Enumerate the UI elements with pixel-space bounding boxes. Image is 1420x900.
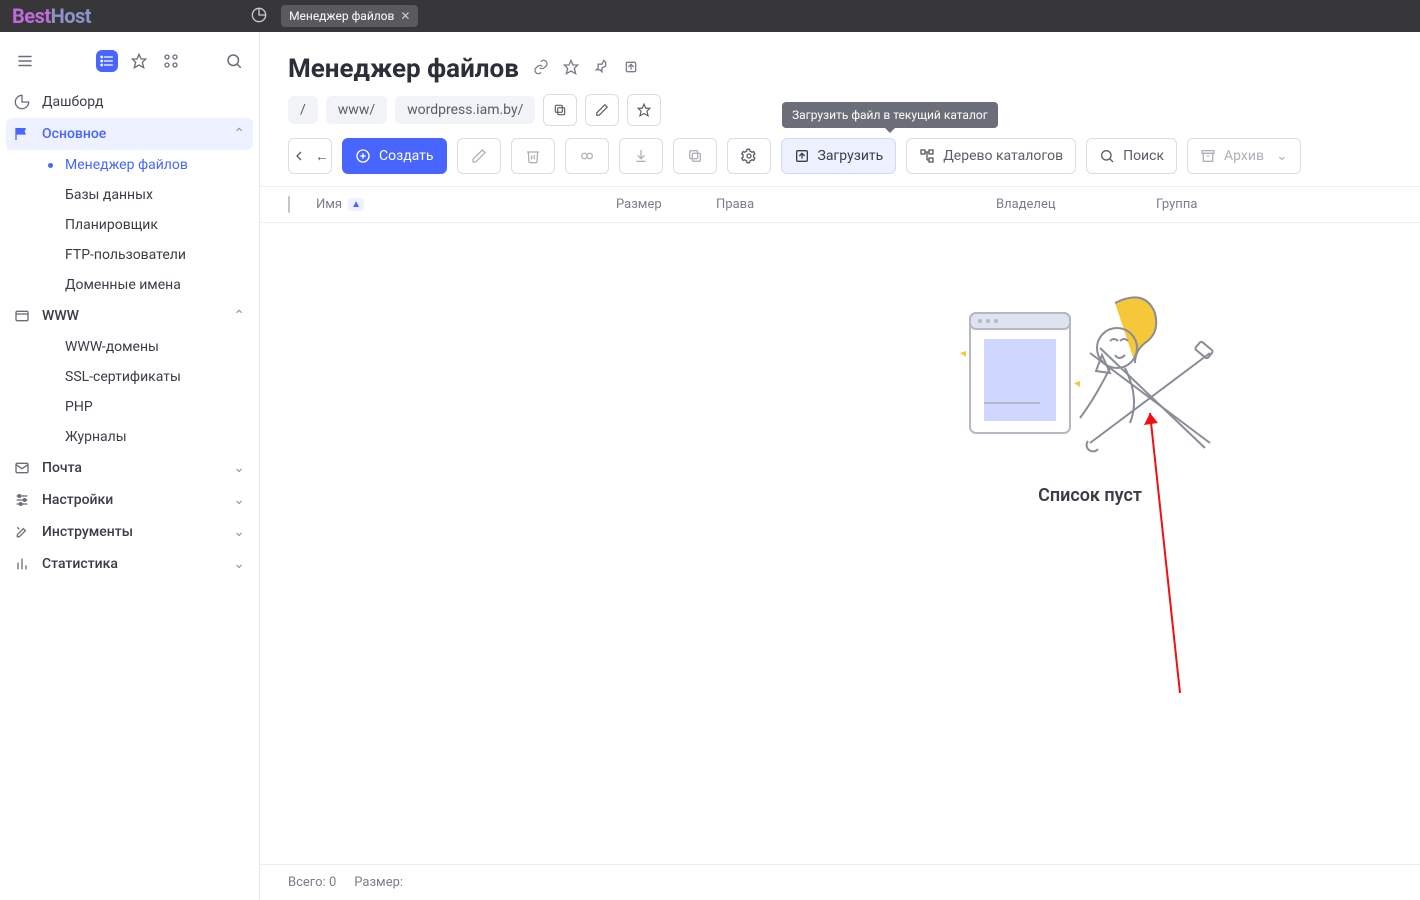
pie-icon	[14, 94, 32, 110]
tree-icon	[919, 148, 935, 164]
table-header: Имя ▲ Размер Права Владелец Группа	[260, 186, 1420, 223]
nav-sub-databases[interactable]: Базы данных	[0, 180, 259, 210]
nav-sub-wwwdomains[interactable]: WWW-домены	[0, 332, 259, 362]
col-name[interactable]: Имя	[316, 197, 342, 212]
page-title: Менеджер файлов	[288, 54, 519, 84]
upload-button[interactable]: Загрузить	[781, 138, 897, 174]
delete-button[interactable]	[511, 138, 555, 174]
empty-illustration	[960, 293, 1220, 467]
nav-sub-php[interactable]: PHP	[0, 392, 259, 422]
col-group[interactable]: Группа	[1156, 197, 1256, 212]
nav-group-stats[interactable]: Статистика ⌄	[0, 548, 259, 580]
chevron-down-icon: ⌄	[233, 524, 245, 540]
settings-button[interactable]	[727, 138, 771, 174]
empty-label: Список пуст	[1038, 485, 1142, 506]
search-icon	[1099, 148, 1115, 164]
crumb-site[interactable]: wordpress.iam.by/	[395, 96, 535, 124]
chevron-down-icon: ⌄	[233, 460, 245, 476]
nav-group-mail[interactable]: Почта ⌄	[0, 452, 259, 484]
brand-logo: BestHost	[12, 4, 91, 28]
chevron-up-icon: ⌃	[233, 126, 245, 142]
tree-button[interactable]: Дерево каталогов	[906, 138, 1076, 174]
search-button[interactable]: Поиск	[1086, 138, 1177, 174]
nodes-icon[interactable]	[160, 50, 182, 72]
edit-path-icon[interactable]	[585, 94, 619, 126]
menu-icon[interactable]	[14, 50, 36, 72]
chevron-down-icon: ⌄	[233, 556, 245, 572]
tooltip: Загрузить файл в текущий каталог	[782, 102, 998, 128]
nav-group-settings[interactable]: Настройки ⌄	[0, 484, 259, 516]
col-perm[interactable]: Права	[716, 197, 996, 212]
topbar: BestHost Менеджер файлов ✕	[0, 0, 1420, 32]
nav-sub-filemanager[interactable]: Менеджер файлов	[0, 150, 259, 180]
tools-icon	[14, 524, 32, 540]
star-icon[interactable]	[128, 50, 150, 72]
close-icon[interactable]: ✕	[400, 9, 410, 23]
mail-icon	[14, 460, 32, 476]
edit-button[interactable]	[457, 138, 501, 174]
nav-sub-logs[interactable]: Журналы	[0, 422, 259, 452]
crumb-root[interactable]: /	[288, 96, 318, 124]
chevron-down-icon: ⌄	[1276, 148, 1288, 164]
col-owner[interactable]: Владелец	[996, 197, 1156, 212]
search-icon[interactable]	[223, 50, 245, 72]
create-button[interactable]: Создать	[342, 138, 447, 174]
link-icon[interactable]	[533, 59, 549, 79]
flag-icon	[14, 126, 32, 142]
download-button[interactable]	[619, 138, 663, 174]
view-button[interactable]	[565, 138, 609, 174]
bars-icon	[14, 556, 32, 572]
copy-button[interactable]	[673, 138, 717, 174]
nav-group-www[interactable]: WWW ⌃	[0, 300, 259, 332]
toolbar: Загрузить файл в текущий каталог ← Созда…	[260, 138, 1420, 186]
copy-path-icon[interactable]	[543, 94, 577, 126]
empty-state: Список пуст	[260, 223, 1420, 864]
status-bar: Всего: 0 Размер:	[260, 864, 1420, 900]
chevron-up-icon: ⌃	[233, 308, 245, 324]
col-size[interactable]: Размер	[616, 197, 716, 212]
archive-icon	[1200, 148, 1216, 164]
main-content: Менеджер файлов / www/ wordpress.iam.by/…	[260, 32, 1420, 900]
nav-group-tools[interactable]: Инструменты ⌄	[0, 516, 259, 548]
crumb-www[interactable]: www/	[326, 96, 387, 124]
archive-button[interactable]: Архив⌄	[1187, 138, 1301, 174]
nav-sub-ssl[interactable]: SSL-сертификаты	[0, 362, 259, 392]
sliders-icon	[14, 492, 32, 508]
nav-sub-domains[interactable]: Доменные имена	[0, 270, 259, 300]
sort-asc-icon: ▲	[348, 198, 364, 211]
tab-file-manager[interactable]: Менеджер файлов ✕	[281, 5, 418, 27]
sidebar: Дашборд Основное ⌃ Менеджер файлов Базы …	[0, 32, 260, 900]
chevron-down-icon: ⌄	[233, 492, 245, 508]
dashboard-pie-icon[interactable]	[251, 7, 267, 26]
globe-icon	[14, 308, 32, 324]
back-button[interactable]: ←	[288, 138, 332, 174]
plus-icon	[355, 148, 371, 164]
nav-dashboard[interactable]: Дашборд	[0, 86, 259, 118]
external-icon[interactable]	[623, 59, 639, 79]
upload-icon	[794, 148, 810, 164]
bookmark-path-icon[interactable]	[627, 94, 661, 126]
star-outline-icon[interactable]	[563, 59, 579, 79]
nav-group-main[interactable]: Основное ⌃	[6, 118, 253, 150]
select-all-checkbox[interactable]	[288, 196, 290, 213]
pin-icon[interactable]	[593, 59, 609, 79]
nav-sub-ftp[interactable]: FTP-пользователи	[0, 240, 259, 270]
list-icon[interactable]	[96, 50, 118, 72]
nav-sub-scheduler[interactable]: Планировщик	[0, 210, 259, 240]
